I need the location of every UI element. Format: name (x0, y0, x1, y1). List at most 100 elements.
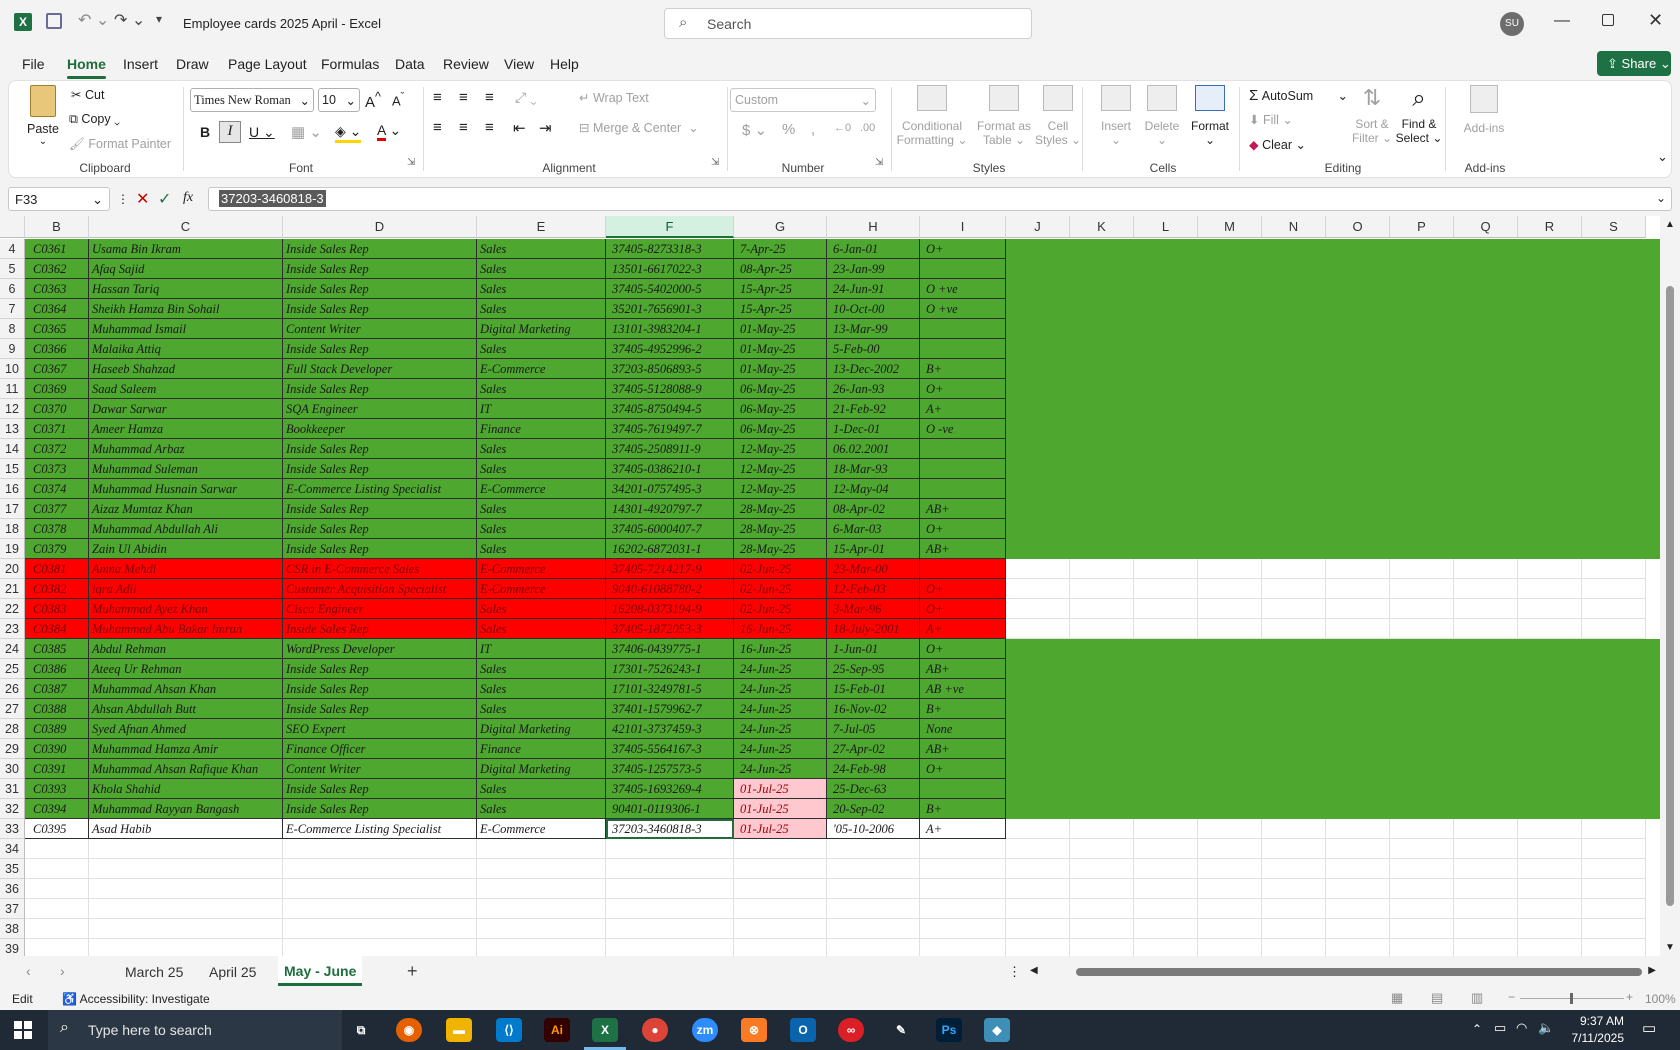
cell-c25[interactable]: Ateeq Ur Rehman (89, 659, 283, 679)
cell-g27[interactable]: 24-Jun-25 (734, 699, 827, 719)
cell-i27[interactable]: B+ (920, 699, 1006, 719)
empty-cell[interactable] (477, 899, 606, 919)
taskbar-search[interactable]: ⌕ Type here to search (48, 1010, 342, 1050)
empty-cell[interactable] (1390, 859, 1454, 879)
cell-b13[interactable]: C0371 (25, 419, 89, 439)
cell-i30[interactable]: O+ (920, 759, 1006, 779)
cell-h20[interactable]: 23-Mar-00 (827, 559, 920, 579)
cell-f18[interactable]: 37405-6000407-7 (606, 519, 734, 539)
empty-cell[interactable] (1454, 579, 1518, 599)
scroll-down-icon[interactable]: ▼ (1665, 942, 1675, 953)
cell-c13[interactable]: Ameer Hamza (89, 419, 283, 439)
cell-d29[interactable]: Finance Officer (283, 739, 477, 759)
cell-d18[interactable]: Inside Sales Rep (283, 519, 477, 539)
cell-b15[interactable]: C0373 (25, 459, 89, 479)
empty-cell[interactable] (1518, 599, 1582, 619)
row-header-33[interactable]: 33 (0, 819, 25, 839)
cell-f9[interactable]: 37405-4952996-2 (606, 339, 734, 359)
formula-input[interactable]: 37203-3460818-3 (208, 187, 1672, 211)
cell-b19[interactable]: C0379 (25, 539, 89, 559)
sort-filter-button[interactable]: ⇅ Sort & Filter ⌄ (1349, 85, 1395, 145)
cell-i17[interactable]: AB+ (920, 499, 1006, 519)
wifi-icon[interactable]: ◠ (1516, 1020, 1527, 1036)
cell-h21[interactable]: 12-Feb-03 (827, 579, 920, 599)
cell-g16[interactable]: 12-May-25 (734, 479, 827, 499)
empty-cell[interactable] (1582, 619, 1646, 639)
empty-cell[interactable] (1518, 919, 1582, 939)
zoom-icon[interactable]: zm (692, 1018, 718, 1042)
column-header-b[interactable]: B (25, 216, 89, 238)
photoshop-icon[interactable]: Ps (936, 1018, 962, 1042)
cell-c33[interactable]: Asad Habib (89, 819, 283, 839)
collapse-ribbon-icon[interactable]: ⌄ (1657, 149, 1668, 165)
select-all-corner[interactable] (0, 216, 25, 238)
cell-f21[interactable]: 9040-61088780-2 (606, 579, 734, 599)
decrease-decimal-icon[interactable]: .00 (860, 122, 875, 134)
empty-cell[interactable] (1198, 879, 1262, 899)
cell-f13[interactable]: 37405-7619497-7 (606, 419, 734, 439)
empty-cell[interactable] (1134, 559, 1198, 579)
cell-h5[interactable]: 23-Jan-99 (827, 259, 920, 279)
cell-e19[interactable]: Sales (477, 539, 606, 559)
prev-sheet-icon[interactable]: ‹ (26, 963, 31, 979)
cell-h33[interactable]: '05-10-2006 (827, 819, 920, 839)
cell-d33[interactable]: E-Commerce Listing Specialist (283, 819, 477, 839)
column-header-d[interactable]: D (283, 216, 477, 238)
empty-cell[interactable] (1454, 599, 1518, 619)
empty-cell[interactable] (283, 839, 477, 859)
cell-d9[interactable]: Inside Sales Rep (283, 339, 477, 359)
cell-g31[interactable]: 01-Jul-25 (734, 779, 827, 799)
cell-f6[interactable]: 37405-5402000-5 (606, 279, 734, 299)
cell-g23[interactable]: 16-Jun-25 (734, 619, 827, 639)
empty-cell[interactable] (1070, 559, 1134, 579)
cell-e27[interactable]: Sales (477, 699, 606, 719)
cell-i33[interactable]: A+ (920, 819, 1006, 839)
cell-c21[interactable]: iqra Adil (89, 579, 283, 599)
search-box[interactable]: ⌕ Search (664, 8, 1032, 39)
empty-cell[interactable] (1326, 599, 1390, 619)
cell-f15[interactable]: 37405-0386210-1 (606, 459, 734, 479)
cell-g24[interactable]: 16-Jun-25 (734, 639, 827, 659)
align-bottom-icon[interactable]: ≡ (485, 89, 494, 106)
cell-styles-button[interactable]: Cell Styles ⌄ (1033, 85, 1083, 147)
cell-e29[interactable]: Finance (477, 739, 606, 759)
cell-d4[interactable]: Inside Sales Rep (283, 239, 477, 259)
empty-cell[interactable] (1198, 579, 1262, 599)
cell-d23[interactable]: Inside Sales Rep (283, 619, 477, 639)
cell-e16[interactable]: E-Commerce (477, 479, 606, 499)
empty-cell[interactable] (734, 859, 827, 879)
row-header-27[interactable]: 27 (0, 699, 25, 719)
cell-d7[interactable]: Inside Sales Rep (283, 299, 477, 319)
empty-cell[interactable] (1198, 899, 1262, 919)
cell-d24[interactable]: WordPress Developer (283, 639, 477, 659)
cell-i29[interactable]: AB+ (920, 739, 1006, 759)
page-layout-view-icon[interactable]: ▤ (1431, 990, 1443, 1006)
empty-cell[interactable] (920, 879, 1006, 899)
cell-g26[interactable]: 24-Jun-25 (734, 679, 827, 699)
spreadsheet-grid[interactable]: BCDEFGHIJKLMNOPQRS 4 C0361 Usama Bin Ikram… (0, 216, 1680, 959)
empty-cell[interactable] (1582, 579, 1646, 599)
cell-i9[interactable] (920, 339, 1006, 359)
empty-cell[interactable] (283, 899, 477, 919)
cell-b25[interactable]: C0386 (25, 659, 89, 679)
name-box[interactable]: F33 ⌄ (8, 187, 110, 211)
app-icon[interactable]: ◆ (984, 1018, 1010, 1042)
cell-g33[interactable]: 01-Jul-25 (734, 819, 827, 839)
task-view-icon[interactable]: ⧉ (348, 1018, 374, 1042)
empty-cell[interactable] (89, 899, 283, 919)
empty-cell[interactable] (1198, 559, 1262, 579)
cell-i28[interactable]: None (920, 719, 1006, 739)
empty-cell[interactable] (1518, 619, 1582, 639)
next-sheet-icon[interactable]: › (60, 963, 65, 979)
cell-c20[interactable]: Amna Mehdi (89, 559, 283, 579)
cell-i26[interactable]: AB +ve (920, 679, 1006, 699)
row-header-22[interactable]: 22 (0, 599, 25, 619)
page-break-view-icon[interactable]: ▥ (1471, 990, 1483, 1006)
empty-cell[interactable] (477, 919, 606, 939)
cell-e10[interactable]: E-Commerce (477, 359, 606, 379)
cell-e18[interactable]: Sales (477, 519, 606, 539)
row-header-4[interactable]: 4 (0, 239, 25, 259)
cell-d26[interactable]: Inside Sales Rep (283, 679, 477, 699)
cell-b24[interactable]: C0385 (25, 639, 89, 659)
cell-i22[interactable]: O+ (920, 599, 1006, 619)
